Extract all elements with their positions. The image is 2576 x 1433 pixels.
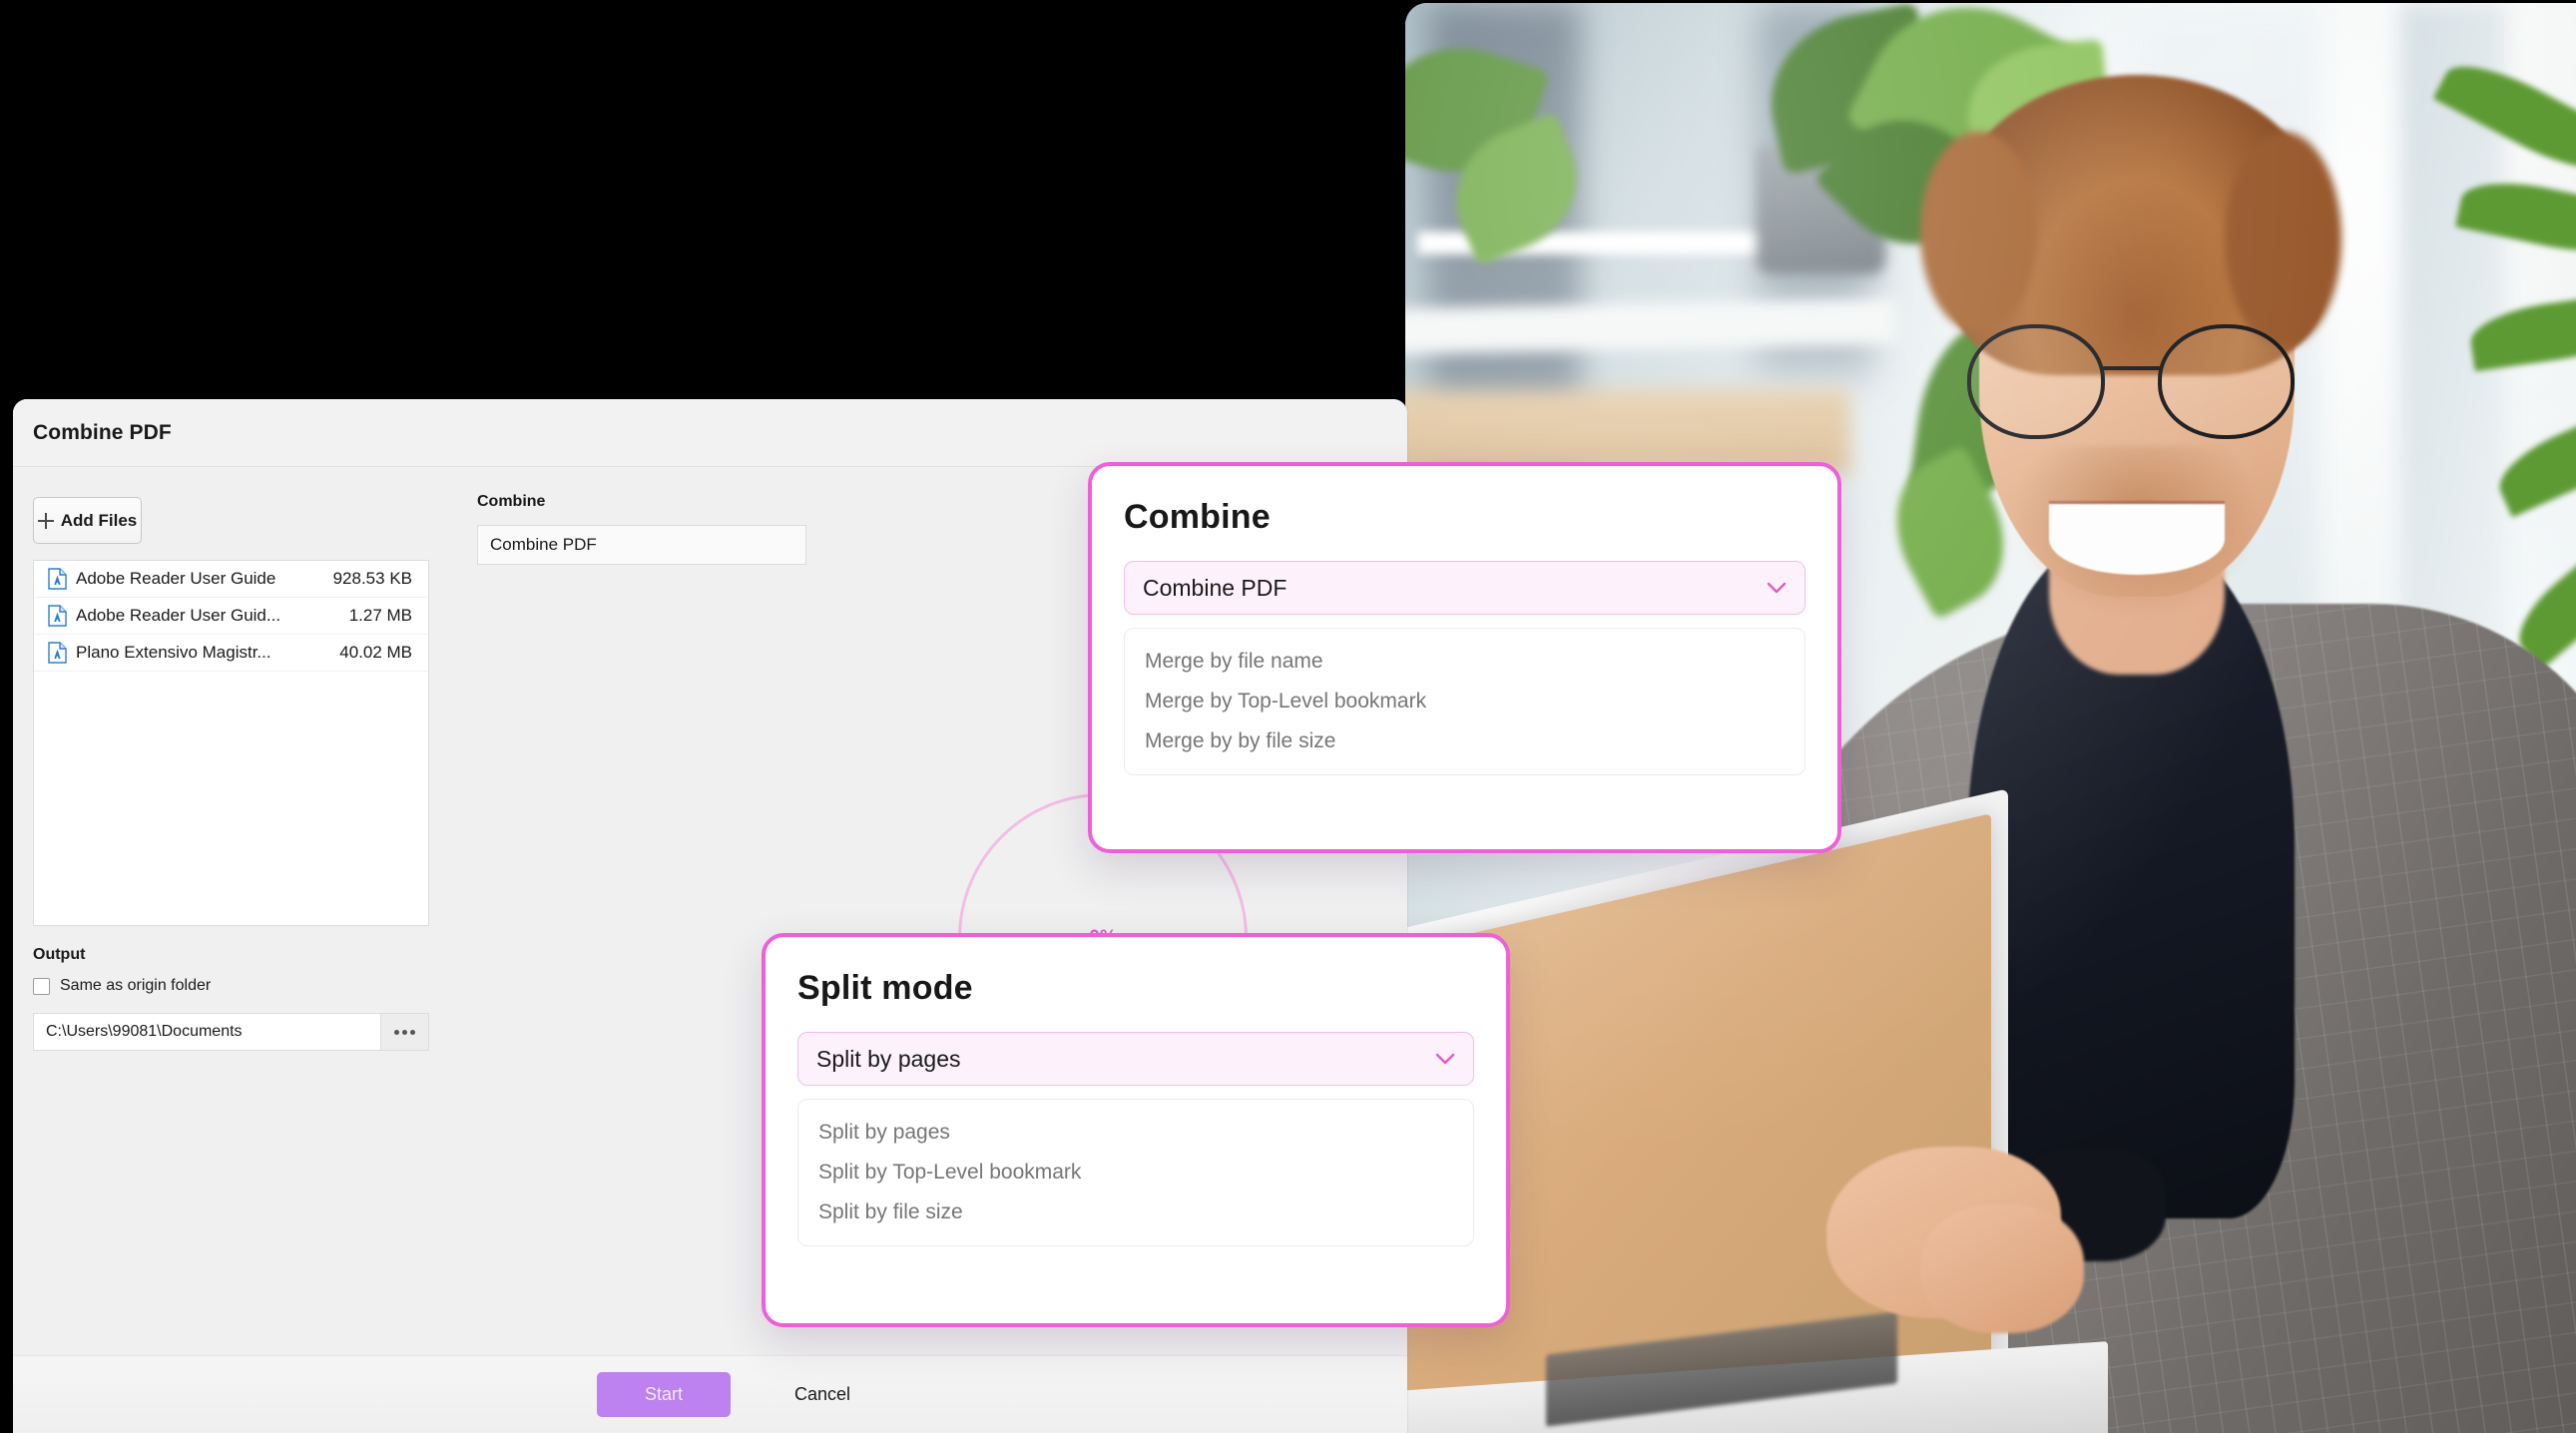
screenshot-root: Combine PDF Add Files Adobe Reader User … xyxy=(0,0,2576,1433)
table-row[interactable]: Adobe Reader User Guide 928.53 KB xyxy=(34,561,428,598)
file-name: Adobe Reader User Guid... xyxy=(76,606,281,625)
split-popup-title: Split mode xyxy=(797,969,973,1007)
combine-popup-title: Combine xyxy=(1124,498,1271,536)
browse-folder-button[interactable] xyxy=(380,1014,428,1050)
split-mode-popup-card: Split mode Split by pages Split by pages… xyxy=(762,933,1510,1327)
add-files-button[interactable]: Add Files xyxy=(33,497,142,544)
combine-popup-options: Merge by file name Merge by Top-Level bo… xyxy=(1124,628,1805,775)
cancel-button[interactable]: Cancel xyxy=(763,1372,882,1417)
file-list[interactable]: Adobe Reader User Guide 928.53 KB Adobe … xyxy=(33,560,429,926)
split-option-by-bookmark[interactable]: Split by Top-Level bookmark xyxy=(798,1153,1473,1193)
chevron-down-icon xyxy=(1435,1053,1455,1065)
file-size: 928.53 KB xyxy=(332,569,412,588)
output-path-field[interactable]: C:\Users\99081\Documents xyxy=(33,1013,429,1051)
checkbox-box[interactable] xyxy=(33,977,50,995)
combine-mode-select[interactable]: Combine PDF xyxy=(477,525,806,565)
table-row[interactable]: Plano Extensivo Magistr... 40.02 MB xyxy=(34,635,428,672)
plus-icon xyxy=(37,512,54,529)
combine-option-merge-by-bookmark[interactable]: Merge by Top-Level bookmark xyxy=(1125,682,1804,721)
file-size: 40.02 MB xyxy=(339,643,412,662)
same-as-origin-folder-checkbox[interactable]: Same as origin folder xyxy=(33,977,211,995)
combine-popup-selected-value: Combine PDF xyxy=(1143,574,1288,601)
chevron-down-icon xyxy=(1767,582,1787,594)
checkbox-label: Same as origin folder xyxy=(60,977,212,994)
split-popup-select[interactable]: Split by pages xyxy=(797,1032,1474,1086)
combine-popup-card: Combine Combine PDF Merge by file name M… xyxy=(1088,462,1841,853)
split-option-by-file-size[interactable]: Split by file size xyxy=(798,1193,1473,1232)
pdf-file-icon xyxy=(48,642,67,664)
output-path-value[interactable]: C:\Users\99081\Documents xyxy=(34,1023,380,1041)
combine-section-label: Combine xyxy=(477,493,546,510)
output-section-label: Output xyxy=(33,946,86,963)
split-option-by-pages[interactable]: Split by pages xyxy=(798,1113,1473,1153)
start-button[interactable]: Start xyxy=(597,1372,731,1417)
table-row[interactable]: Adobe Reader User Guid... 1.27 MB xyxy=(34,598,428,635)
add-files-label: Add Files xyxy=(60,510,138,530)
dialog-titlebar: Combine PDF xyxy=(13,399,1407,467)
dialog-title: Combine PDF xyxy=(33,421,172,444)
split-popup-options: Split by pages Split by Top-Level bookma… xyxy=(797,1099,1474,1246)
split-popup-selected-value: Split by pages xyxy=(816,1045,961,1072)
combine-popup-select[interactable]: Combine PDF xyxy=(1124,561,1805,615)
file-size: 1.27 MB xyxy=(348,606,412,625)
file-name: Plano Extensivo Magistr... xyxy=(76,643,271,662)
file-name: Adobe Reader User Guide xyxy=(76,569,276,588)
pdf-file-icon xyxy=(48,568,67,590)
dialog-footer: Start Cancel xyxy=(13,1355,1407,1433)
combine-mode-value: Combine PDF xyxy=(490,535,597,554)
combine-option-merge-by-file-name[interactable]: Merge by file name xyxy=(1125,642,1804,682)
ellipsis-icon xyxy=(394,1029,415,1035)
pdf-file-icon xyxy=(48,605,67,627)
combine-option-merge-by-file-size[interactable]: Merge by by file size xyxy=(1125,721,1804,761)
